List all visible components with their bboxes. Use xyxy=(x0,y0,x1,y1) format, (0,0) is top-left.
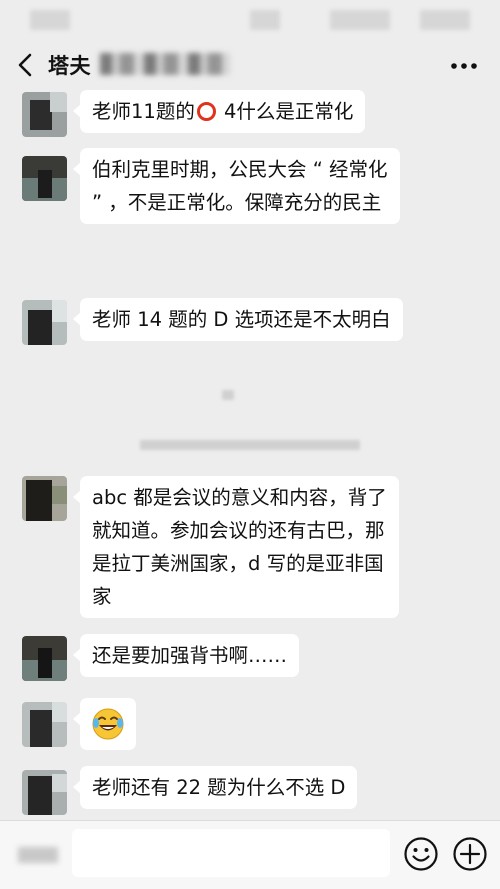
message-bubble[interactable]: 还是要加强背书啊…… xyxy=(72,634,300,677)
message-text: 还是要加强背书啊…… xyxy=(92,644,288,667)
red-circle-icon xyxy=(196,102,216,121)
status-blur xyxy=(420,10,470,30)
message-text: 伯利克里时期，公民大会 “ 经常化 xyxy=(92,158,388,181)
message-text: ” ，不是正常化。保障充分的民主 xyxy=(92,191,382,214)
voice-toggle-icon[interactable] xyxy=(18,847,58,863)
message-bubble[interactable]: abc 都是会议的意义和内容，背了 就知道。参加会议的还有古巴，那 是拉丁美洲国… xyxy=(73,476,399,618)
avatar[interactable] xyxy=(22,702,67,747)
message-bubble[interactable] xyxy=(73,698,136,750)
laughing-tears-emoji-icon xyxy=(92,708,124,740)
avatar[interactable] xyxy=(22,636,67,681)
message-text: abc 都是会议的意义和内容，背了 xyxy=(92,486,387,509)
message-bubble[interactable]: 老师还有 22 题为什么不选 D xyxy=(72,766,358,809)
message-text: 老师还有 22 题为什么不选 D xyxy=(92,776,346,799)
chat-title: 塔夫 xyxy=(48,54,91,78)
avatar[interactable] xyxy=(22,156,67,201)
timestamp-blur xyxy=(222,390,234,400)
message-text: 家 xyxy=(92,585,112,608)
message-bubble[interactable]: 老师 14 题的 D 选项还是不太明白 xyxy=(73,298,403,341)
title-redaction xyxy=(100,53,230,75)
message-text: 老师 14 题的 D 选项还是不太明白 xyxy=(92,308,391,331)
message-text: 老师11题的 4什么是正常化 xyxy=(92,100,354,123)
avatar[interactable] xyxy=(22,770,67,815)
status-blur xyxy=(30,10,70,30)
more-icon[interactable] xyxy=(450,62,478,70)
message-list[interactable]: 老师11题的 4什么是正常化 伯利克里时期，公民大会 “ 经常化 ” ，不是正常… xyxy=(0,90,500,820)
message-text: 是拉丁美洲国家，d 写的是亚非国 xyxy=(92,552,384,575)
status-blur xyxy=(250,10,280,30)
status-blur xyxy=(330,10,390,30)
plus-circle-icon[interactable] xyxy=(452,836,488,872)
avatar[interactable] xyxy=(22,476,67,521)
chat-header: 塔夫 xyxy=(0,40,500,90)
avatar[interactable] xyxy=(22,300,67,345)
smile-icon[interactable] xyxy=(403,836,439,872)
chevron-left-icon[interactable] xyxy=(14,52,40,78)
input-bar xyxy=(0,820,500,889)
timestamp-blur xyxy=(140,440,360,450)
message-bubble[interactable]: 伯利克里时期，公民大会 “ 经常化 ” ，不是正常化。保障充分的民主 xyxy=(73,148,400,224)
avatar[interactable] xyxy=(22,92,67,137)
status-bar xyxy=(0,0,500,40)
message-text: 就知道。参加会议的还有古巴，那 xyxy=(92,519,385,542)
message-input[interactable] xyxy=(72,829,390,877)
message-bubble[interactable]: 老师11题的 4什么是正常化 xyxy=(72,90,366,133)
